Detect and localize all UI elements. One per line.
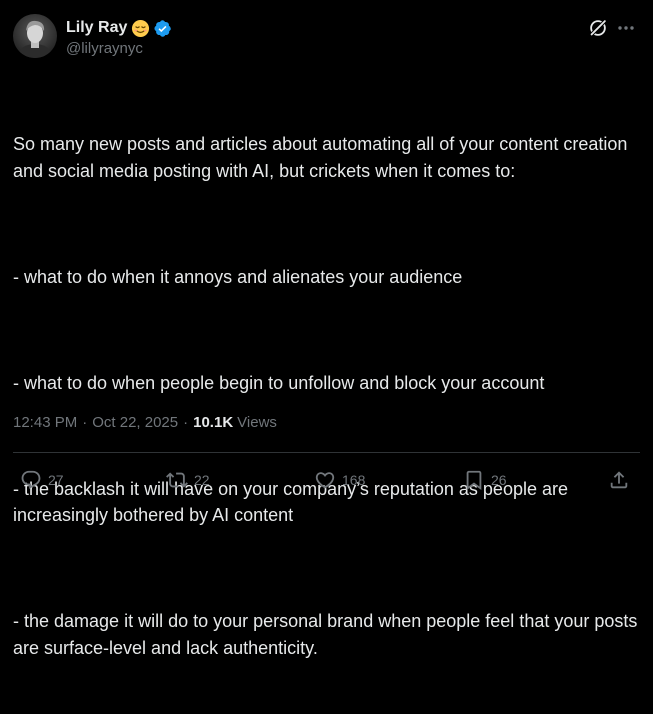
share-button[interactable] [608, 467, 630, 493]
author-name-row: Lily Ray [66, 17, 172, 39]
views-count[interactable]: 10.1K [193, 414, 233, 431]
bookmark-icon [463, 469, 485, 491]
post-card: Lily Ray @lilyraynyc So many new posts a… [0, 0, 653, 658]
meta-separator: · [82, 414, 88, 431]
author-handle[interactable]: @lilyraynyc [66, 40, 143, 57]
more-options-icon[interactable] [614, 17, 638, 39]
display-name[interactable]: Lily Ray [66, 19, 127, 37]
avatar[interactable] [13, 14, 57, 58]
verified-badge-icon[interactable] [153, 19, 172, 38]
tweet-meta: 12:43 PM · Oct 22, 2025 · 10.1K Views [13, 414, 277, 431]
like-count: 168 [342, 472, 366, 488]
post-date[interactable]: Oct 22, 2025 [92, 414, 178, 431]
heart-icon [314, 469, 336, 491]
repost-icon [166, 469, 188, 491]
tweet-paragraph: So many new posts and articles about aut… [13, 134, 633, 181]
meta-separator: · [183, 414, 189, 431]
reply-icon [20, 469, 42, 491]
reply-button[interactable]: 27 [20, 467, 64, 493]
bookmark-count: 26 [491, 472, 507, 488]
share-icon [608, 469, 630, 491]
tweet-paragraph: - what to do when people begin to unfoll… [13, 372, 545, 393]
reply-count: 27 [48, 472, 64, 488]
post-time[interactable]: 12:43 PM [13, 414, 77, 431]
repost-button[interactable]: 22 [166, 467, 210, 493]
tweet-paragraph: - what to do when it annoys and alienate… [13, 266, 463, 287]
bookmark-button[interactable]: 26 [463, 467, 507, 493]
grok-icon[interactable] [587, 17, 609, 39]
views-label: Views [237, 414, 277, 431]
divider [13, 452, 640, 453]
tweet-paragraph: - the damage it will do to your personal… [13, 611, 643, 658]
relieved-face-emoji-icon [131, 19, 150, 38]
repost-count: 22 [194, 472, 210, 488]
like-button[interactable]: 168 [314, 467, 365, 493]
tweet-text: So many new posts and articles about aut… [13, 78, 645, 714]
